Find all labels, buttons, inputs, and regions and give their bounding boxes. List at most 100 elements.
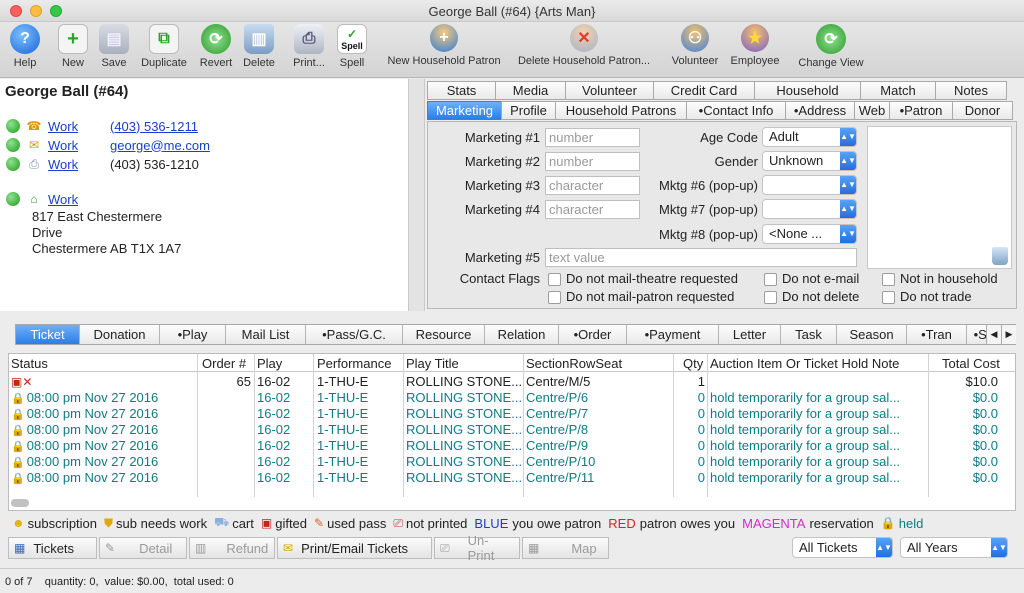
- chevron-updown-icon: ▲▼: [840, 225, 856, 243]
- col-play-title[interactable]: Play Title: [406, 356, 459, 371]
- flag-checkbox-mail-patron[interactable]: [548, 291, 561, 304]
- panel-splitter[interactable]: [408, 79, 425, 311]
- tab-patron[interactable]: •Patron: [889, 101, 953, 120]
- col-total-cost[interactable]: Total Cost: [942, 356, 1000, 371]
- help-button[interactable]: ? Help: [8, 24, 42, 69]
- flag-checkbox-mail-theatre[interactable]: [548, 273, 561, 286]
- tab-play[interactable]: •Play: [160, 325, 226, 344]
- ticket-filter-select[interactable]: All Tickets ▲▼: [792, 537, 893, 558]
- detail-button[interactable]: ✎ Detail: [99, 537, 187, 559]
- marketing1-field[interactable]: number: [545, 128, 640, 147]
- phone-number-link[interactable]: (403) 536-1211: [110, 119, 198, 134]
- marketing3-field[interactable]: character: [545, 176, 640, 195]
- save-button[interactable]: ▤ Save: [97, 24, 131, 69]
- change-view-button[interactable]: ⟳ Change View: [795, 24, 867, 69]
- tab-resource[interactable]: Resource: [403, 325, 485, 344]
- marketing4-field[interactable]: character: [545, 200, 640, 219]
- col-status[interactable]: Status: [11, 356, 48, 371]
- tab-profile[interactable]: Profile: [501, 101, 556, 120]
- horizontal-scrollbar[interactable]: [11, 499, 29, 507]
- tab-season[interactable]: Season: [837, 325, 907, 344]
- tab-letter[interactable]: Letter: [719, 325, 781, 344]
- col-section-row-seat[interactable]: SectionRowSeat: [526, 356, 622, 371]
- marketing2-field[interactable]: number: [545, 152, 640, 171]
- col-qty[interactable]: Qty: [683, 356, 703, 371]
- tab-payment[interactable]: •Payment: [627, 325, 719, 344]
- cell-note: hold temporarily for a group sal...: [710, 422, 901, 437]
- spell-button[interactable]: ✓ Spell Spell: [335, 24, 369, 69]
- tab-donation[interactable]: Donation: [80, 325, 160, 344]
- email-type-link[interactable]: Work: [48, 138, 110, 153]
- tab-contact-info[interactable]: •Contact Info: [686, 101, 786, 120]
- tab-marketing[interactable]: Marketing: [427, 101, 502, 120]
- email-link[interactable]: george@me.com: [110, 138, 210, 153]
- volunteer-button[interactable]: ⚇ Volunteer: [667, 24, 723, 67]
- new-button[interactable]: + New: [56, 24, 90, 69]
- col-performance[interactable]: Performance: [317, 356, 391, 371]
- flag-checkbox-no-trade[interactable]: [882, 291, 895, 304]
- table-row[interactable]: 🔒 08:00 pm Nov 27 2016 16-02 1-THU-E ROLLING…: [9, 470, 1009, 486]
- delete-button[interactable]: ▥ Delete: [240, 24, 278, 69]
- table-row[interactable]: 🔒 08:00 pm Nov 27 2016 16-02 1-THU-E ROLLING…: [9, 454, 1009, 470]
- address-type-link[interactable]: Work: [48, 192, 78, 207]
- flag-checkbox-not-in-household[interactable]: [882, 273, 895, 286]
- tab-pass-gc[interactable]: •Pass/G.C.: [306, 325, 403, 344]
- table-row[interactable]: 🔒 08:00 pm Nov 27 2016 16-02 1-THU-E ROLLING…: [9, 390, 1009, 406]
- mktg6-select[interactable]: ▲▼: [762, 175, 857, 195]
- tab-address[interactable]: •Address: [785, 101, 855, 120]
- cell-qty: 0: [697, 454, 705, 469]
- age-code-select[interactable]: Adult ▲▼: [762, 127, 857, 147]
- tab-household[interactable]: Household: [754, 81, 861, 100]
- tab-tran[interactable]: •Tran: [907, 325, 967, 344]
- marketing5-field[interactable]: text value: [545, 248, 857, 267]
- tab-stats[interactable]: Stats: [427, 81, 496, 100]
- patron-photo-well[interactable]: [867, 126, 1012, 269]
- tab-donor[interactable]: Donor: [952, 101, 1013, 120]
- col-play[interactable]: Play: [257, 356, 282, 371]
- table-row[interactable]: 🔒 08:00 pm Nov 27 2016 16-02 1-THU-E ROLLING…: [9, 406, 1009, 422]
- tab-credit-card[interactable]: Credit Card: [653, 81, 755, 100]
- trash-can-icon[interactable]: [992, 247, 1008, 265]
- tab-web[interactable]: Web: [854, 101, 890, 120]
- table-row[interactable]: 🔒 08:00 pm Nov 27 2016 16-02 1-THU-E ROLLING…: [9, 438, 1009, 454]
- refund-button[interactable]: ▥ Refund: [189, 537, 275, 559]
- delete-household-patron-button[interactable]: ✕ Delete Household Patron...: [511, 24, 657, 67]
- mktg7-select[interactable]: ▲▼: [762, 199, 857, 219]
- gender-select[interactable]: Unknown ▲▼: [762, 151, 857, 171]
- col-note[interactable]: Auction Item Or Ticket Hold Note: [710, 356, 899, 371]
- remove-person-icon: ✕: [570, 24, 598, 52]
- tab-volunteer[interactable]: Volunteer: [565, 81, 654, 100]
- revert-button[interactable]: ⟳ Revert: [197, 24, 235, 69]
- tab-ticket[interactable]: Ticket: [16, 325, 80, 344]
- tickets-button[interactable]: ▦ Tickets: [8, 537, 97, 559]
- phone-type-link[interactable]: Work: [48, 119, 110, 134]
- cell-cost: $0.0: [972, 470, 998, 485]
- table-row[interactable]: ▣✕ 65 16-02 1-THU-E ROLLING STONE... Centre/M…: [9, 374, 1009, 390]
- tab-notes[interactable]: Notes: [935, 81, 1007, 100]
- scroll-right-icon[interactable]: ▶: [1001, 325, 1016, 344]
- tab-order[interactable]: •Order: [559, 325, 627, 344]
- tab-match[interactable]: Match: [860, 81, 936, 100]
- tab-task[interactable]: Task: [781, 325, 837, 344]
- unprint-button[interactable]: ⎚ Un-Print: [434, 533, 520, 563]
- employee-button[interactable]: ★ Employee: [728, 24, 782, 67]
- fax-type-link[interactable]: Work: [48, 157, 110, 172]
- email-row: ✉ Work george@me.com: [6, 136, 210, 154]
- scroll-left-icon[interactable]: ◀: [986, 325, 1001, 344]
- col-order[interactable]: Order #: [202, 356, 246, 371]
- duplicate-button[interactable]: ⧉ Duplicate: [137, 24, 191, 69]
- year-filter-select[interactable]: All Years ▲▼: [900, 537, 1008, 558]
- mktg8-select[interactable]: <None ... ▲▼: [762, 224, 857, 244]
- print-email-tickets-button[interactable]: ✉ Print/Email Tickets: [277, 537, 432, 559]
- table-row[interactable]: 🔒 08:00 pm Nov 27 2016 16-02 1-THU-E ROLLING…: [9, 422, 1009, 438]
- tab-media[interactable]: Media: [495, 81, 566, 100]
- flag-checkbox-no-email[interactable]: [764, 273, 777, 286]
- tab-mail-list[interactable]: Mail List: [226, 325, 306, 344]
- tab-relation[interactable]: Relation: [485, 325, 559, 344]
- employee-star-icon: ★: [741, 24, 769, 52]
- new-household-patron-button[interactable]: + New Household Patron: [383, 24, 505, 67]
- print-button[interactable]: ⎙ Print...: [289, 24, 329, 69]
- map-button[interactable]: ▦ Map: [522, 537, 609, 559]
- flag-checkbox-no-delete[interactable]: [764, 291, 777, 304]
- tab-household-patrons[interactable]: Household Patrons: [555, 101, 687, 120]
